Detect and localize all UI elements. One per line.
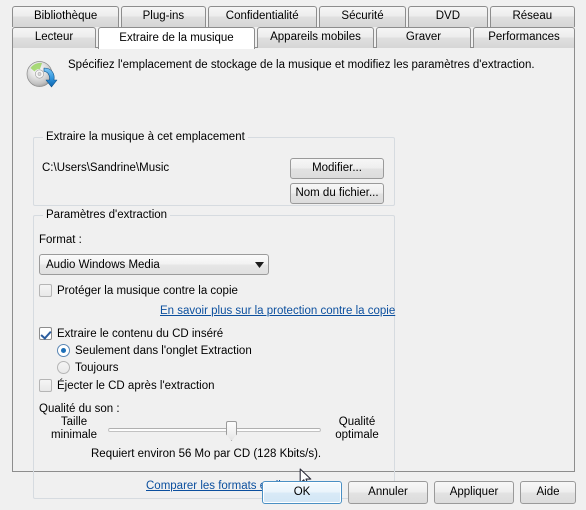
chevron-down-icon (250, 261, 268, 268)
ok-button-label: OK (293, 485, 311, 498)
tab-extraire-de-la-musique[interactable]: Extraire de la musique (98, 27, 255, 49)
rip-location-path: C:\Users\Sandrine\Music (42, 162, 170, 174)
tab-page-extraire-de-la-musique: Spécifiez l'emplacement de stockage de l… (12, 47, 575, 499)
file-name-button-label: Nom du fichier... (295, 186, 379, 199)
cancel-button[interactable]: Annuler (348, 481, 428, 504)
slider-thumb[interactable] (226, 421, 237, 441)
change-location-button[interactable]: Modifier... (290, 158, 384, 179)
checkbox-box (39, 327, 52, 340)
tab-plug-ins[interactable]: Plug-ins (121, 6, 206, 27)
quality-max-label: Qualité optimale (335, 416, 379, 441)
radio-always[interactable]: Toujours (57, 361, 118, 374)
eject-cd-checkbox-label: Éjecter le CD après l'extraction (57, 379, 215, 392)
tab-row-top: Bibliothèque Plug-ins Confidentialité Sé… (12, 6, 575, 27)
audio-quality-slider[interactable] (108, 420, 321, 441)
tab-dvd[interactable]: DVD (408, 6, 488, 27)
ok-button[interactable]: OK (262, 481, 342, 504)
radio-only-rip-tab-label: Seulement dans l'onglet Extraction (75, 344, 252, 357)
protect-music-checkbox-label: Protéger la musique contre la copie (57, 284, 238, 297)
tab-label: Réseau (512, 10, 553, 23)
tab-label: Graver (405, 31, 442, 44)
checkbox-box (39, 379, 52, 392)
tab-strip: Bibliothèque Plug-ins Confidentialité Sé… (12, 6, 575, 49)
tab-confidentialite[interactable]: Confidentialité (207, 6, 317, 27)
tab-bibliotheque[interactable]: Bibliothèque (12, 6, 120, 27)
tab-label: Confidentialité (225, 10, 299, 23)
tab-row-bottom: Lecteur Extraire de la musique Appareils… (12, 27, 575, 49)
copy-protection-link[interactable]: En savoir plus sur la protection contre … (160, 305, 395, 317)
page-header-text: Spécifiez l'emplacement de stockage de l… (68, 59, 535, 71)
tab-lecteur[interactable]: Lecteur (12, 27, 96, 48)
groupbox-rip-settings-title: Paramètres d'extraction (43, 209, 171, 221)
quality-size-note: Requiert environ 56 Mo par CD (128 Kbits… (91, 448, 322, 460)
cd-rip-icon (25, 58, 59, 92)
eject-cd-checkbox[interactable]: Éjecter le CD après l'extraction (39, 379, 215, 392)
tab-securite[interactable]: Sécurité (318, 6, 407, 27)
tab-label: Plug-ins (142, 10, 185, 23)
cancel-button-label: Annuler (368, 485, 408, 498)
page-header: Spécifiez l'emplacement de stockage de l… (21, 56, 561, 98)
rip-inserted-cd-checkbox-label: Extraire le contenu du CD inséré (57, 327, 224, 340)
quality-min-label: Taille minimale (50, 416, 97, 441)
tab-label: DVD (435, 10, 461, 23)
rip-inserted-cd-checkbox[interactable]: Extraire le contenu du CD inséré (39, 327, 223, 340)
tab-label: Performances (488, 31, 560, 44)
protect-music-checkbox[interactable]: Protéger la musique contre la copie (39, 284, 238, 297)
radio-button (57, 344, 70, 357)
tab-graver[interactable]: Graver (376, 27, 471, 48)
format-label: Format : (39, 234, 82, 246)
tab-label: Sécurité (341, 10, 384, 23)
tab-label: Appareils mobiles (270, 31, 361, 44)
apply-button[interactable]: Appliquer (434, 481, 514, 504)
groupbox-rip-location-title: Extraire la musique à cet emplacement (43, 131, 248, 143)
radio-always-label: Toujours (75, 361, 119, 374)
tab-label: Extraire de la musique (119, 31, 234, 44)
radio-button (57, 361, 70, 374)
help-button-label: Aide (536, 485, 560, 498)
format-select[interactable]: Audio Windows Media (39, 254, 269, 275)
checkbox-box (39, 284, 52, 297)
audio-quality-label: Qualité du son : (39, 403, 120, 415)
help-button[interactable]: Aide (520, 481, 576, 504)
dialog-button-bar: OK Annuler Appliquer Aide (0, 478, 586, 510)
change-location-button-label: Modifier... (312, 161, 362, 174)
tab-label: Lecteur (34, 31, 74, 44)
tab-performances[interactable]: Performances (473, 27, 575, 48)
file-name-button[interactable]: Nom du fichier... (290, 183, 384, 204)
tab-appareils-mobiles[interactable]: Appareils mobiles (257, 27, 374, 48)
radio-only-rip-tab[interactable]: Seulement dans l'onglet Extraction (57, 344, 252, 357)
tab-reseau[interactable]: Réseau (489, 6, 575, 27)
format-select-value: Audio Windows Media (46, 258, 160, 271)
apply-button-label: Appliquer (449, 485, 499, 498)
tab-label: Bibliothèque (33, 10, 98, 23)
slider-track (108, 428, 321, 432)
